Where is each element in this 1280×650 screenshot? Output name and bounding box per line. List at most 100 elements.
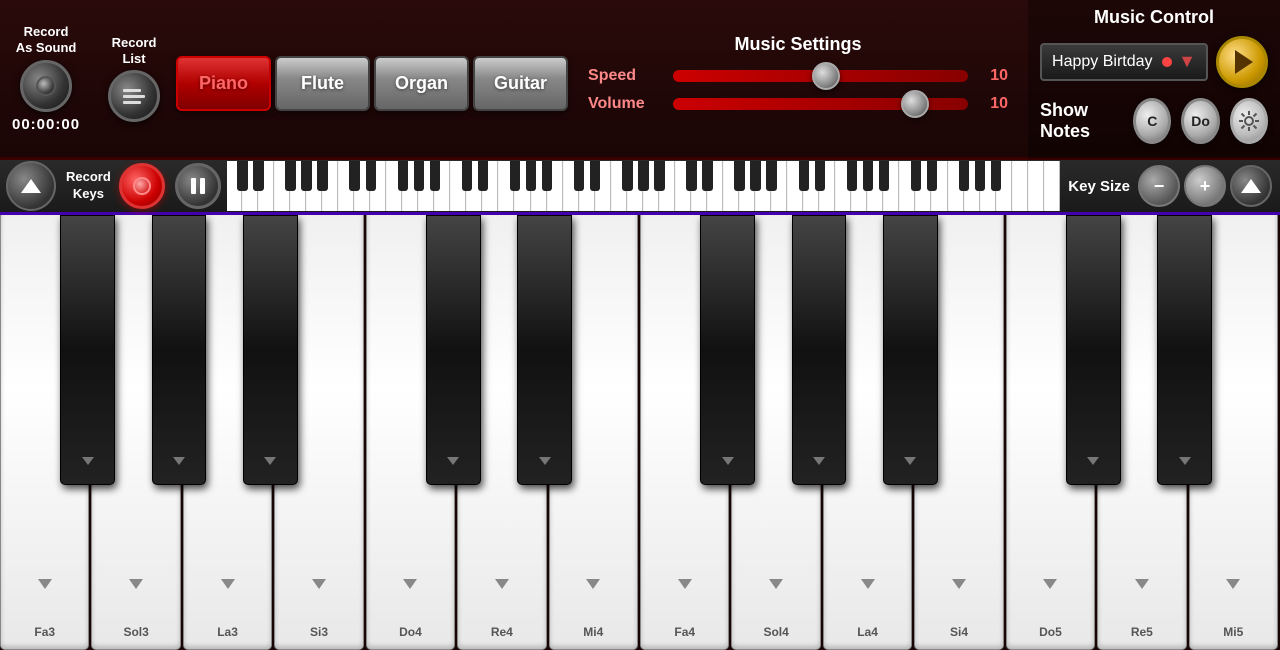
piano-black-key[interactable]	[1066, 215, 1121, 485]
piano-black-key[interactable]	[883, 215, 938, 485]
volume-slider-row: Volume 10	[588, 95, 1008, 113]
mini-black-key[interactable]	[863, 161, 873, 191]
mini-white-key[interactable]	[1045, 161, 1060, 211]
volume-label: Volume	[588, 95, 663, 113]
key-size-section: Key Size − +	[1060, 165, 1280, 207]
mini-black-key[interactable]	[879, 161, 889, 191]
mini-black-key[interactable]	[766, 161, 776, 191]
key-label: Sol3	[123, 625, 148, 639]
piano-black-key[interactable]	[152, 215, 207, 485]
volume-slider-thumb[interactable]	[901, 90, 929, 118]
note-c-button[interactable]: C	[1133, 98, 1171, 144]
pause-bar-right	[200, 178, 205, 194]
key-marker-icon	[129, 579, 143, 589]
black-key-marker-icon	[264, 457, 276, 465]
mini-black-key[interactable]	[734, 161, 744, 191]
piano-black-key[interactable]	[792, 215, 847, 485]
mini-white-key[interactable]	[1029, 161, 1044, 211]
record-as-sound-button[interactable]	[20, 60, 72, 112]
record-btn-inner-dot	[36, 76, 56, 96]
mini-black-key[interactable]	[349, 161, 359, 191]
piano-black-key[interactable]	[60, 215, 115, 485]
show-notes-row: Show Notes C Do	[1040, 98, 1268, 144]
scroll-up-button[interactable]	[6, 161, 56, 211]
volume-slider[interactable]	[673, 98, 968, 110]
chevron-down-icon: ▼	[1178, 51, 1196, 72]
mini-black-key[interactable]	[398, 161, 408, 191]
piano-button[interactable]: Piano	[176, 56, 271, 111]
mini-black-key[interactable]	[574, 161, 584, 191]
key-marker-icon	[1226, 579, 1240, 589]
song-dot	[1162, 57, 1172, 67]
mini-black-key[interactable]	[815, 161, 825, 191]
record-keys-record-button[interactable]	[119, 163, 165, 209]
guitar-button[interactable]: Guitar	[473, 56, 568, 111]
mini-black-key[interactable]	[654, 161, 664, 191]
mini-black-key[interactable]	[366, 161, 376, 191]
music-settings-section: Music Settings Speed 10 Volume 10	[568, 24, 1028, 133]
flute-button[interactable]: Flute	[275, 56, 370, 111]
black-key-marker-icon	[539, 457, 551, 465]
black-key-marker-icon	[1179, 457, 1191, 465]
mini-black-key[interactable]	[686, 161, 696, 191]
mini-black-key[interactable]	[526, 161, 536, 191]
mini-black-key[interactable]	[927, 161, 937, 191]
piano-black-key[interactable]	[243, 215, 298, 485]
song-selector[interactable]: Happy Birtday ▼	[1040, 43, 1208, 81]
key-size-increase-button[interactable]: +	[1184, 165, 1226, 207]
record-keys-bar: Record Keys Key Size − +	[0, 160, 1280, 215]
mini-black-key[interactable]	[622, 161, 632, 191]
mini-black-key[interactable]	[799, 161, 809, 191]
mini-black-key[interactable]	[911, 161, 921, 191]
black-key-marker-icon	[813, 457, 825, 465]
key-marker-icon	[221, 579, 235, 589]
piano-black-key[interactable]	[700, 215, 755, 485]
piano-black-key[interactable]	[426, 215, 481, 485]
key-size-up-button[interactable]	[1230, 165, 1272, 207]
mini-black-key[interactable]	[430, 161, 440, 191]
note-do-button[interactable]: Do	[1181, 98, 1219, 144]
mini-black-key[interactable]	[414, 161, 424, 191]
mini-black-key[interactable]	[237, 161, 247, 191]
mini-black-key[interactable]	[542, 161, 552, 191]
key-marker-icon	[678, 579, 692, 589]
mini-black-key[interactable]	[510, 161, 520, 191]
record-keys-label: Record Keys	[66, 169, 111, 203]
key-size-decrease-button[interactable]: −	[1138, 165, 1180, 207]
instrument-buttons: Piano Flute Organ Guitar	[176, 56, 568, 111]
key-marker-icon	[769, 579, 783, 589]
mini-black-key[interactable]	[253, 161, 263, 191]
mini-black-key[interactable]	[462, 161, 472, 191]
key-marker-icon	[861, 579, 875, 589]
mini-black-key[interactable]	[702, 161, 712, 191]
mini-black-key[interactable]	[301, 161, 311, 191]
volume-value: 10	[978, 95, 1008, 113]
speed-slider-row: Speed 10	[588, 67, 1008, 85]
speed-slider[interactable]	[673, 70, 968, 82]
play-button[interactable]	[1216, 36, 1268, 88]
mini-black-key[interactable]	[750, 161, 760, 191]
organ-button[interactable]: Organ	[374, 56, 469, 111]
piano-black-key[interactable]	[517, 215, 572, 485]
mini-black-key[interactable]	[959, 161, 969, 191]
mini-black-key[interactable]	[975, 161, 985, 191]
key-label: Re5	[1131, 625, 1153, 639]
mini-black-key[interactable]	[478, 161, 488, 191]
list-icon-line	[123, 95, 145, 98]
record-keys-pause-button[interactable]	[175, 163, 221, 209]
piano-black-key[interactable]	[1157, 215, 1212, 485]
mini-black-key[interactable]	[638, 161, 648, 191]
key-marker-icon	[586, 579, 600, 589]
speed-label: Speed	[588, 67, 663, 85]
mini-black-key[interactable]	[991, 161, 1001, 191]
mini-black-key[interactable]	[285, 161, 295, 191]
record-list-button[interactable]	[108, 70, 160, 122]
mini-white-key[interactable]	[1013, 161, 1028, 211]
mini-black-key[interactable]	[847, 161, 857, 191]
music-settings-title: Music Settings	[735, 34, 862, 55]
mini-black-key[interactable]	[317, 161, 327, 191]
mini-black-key[interactable]	[590, 161, 600, 191]
speed-slider-thumb[interactable]	[812, 62, 840, 90]
note-settings-button[interactable]	[1230, 98, 1268, 144]
mini-piano-scroll[interactable]	[227, 161, 1061, 211]
